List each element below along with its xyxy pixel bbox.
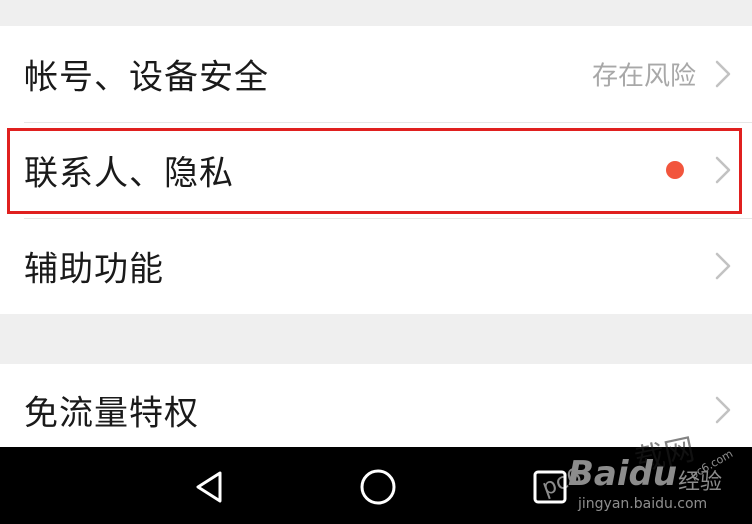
settings-item-accessibility[interactable]: 辅助功能: [0, 218, 752, 314]
settings-item-value: 存在风险: [591, 61, 696, 92]
settings-group-secondary: 免流量特权: [0, 364, 752, 448]
home-icon[interactable]: [356, 465, 400, 509]
chevron-right-icon: [715, 156, 731, 184]
recents-icon[interactable]: [528, 465, 572, 509]
settings-item-label: 联系人、隐私: [24, 153, 234, 194]
navigation-bar: [0, 447, 752, 524]
chevron-right-icon: [715, 252, 731, 280]
settings-item-label: 免流量特权: [24, 393, 199, 434]
settings-item-account-security[interactable]: 帐号、设备安全 存在风险: [0, 26, 752, 122]
settings-item-contacts-privacy[interactable]: 联系人、隐私: [0, 122, 752, 218]
settings-item-label: 帐号、设备安全: [24, 57, 269, 98]
chevron-right-icon: [715, 60, 731, 88]
settings-group-main: 帐号、设备安全 存在风险 联系人、隐私 辅助功能: [0, 26, 752, 314]
settings-item-label: 辅助功能: [24, 249, 164, 290]
settings-item-free-data[interactable]: 免流量特权: [0, 364, 752, 448]
back-icon[interactable]: [188, 465, 232, 509]
top-spacer: [0, 0, 752, 26]
notification-dot-icon: [666, 161, 684, 179]
settings-screen: 帐号、设备安全 存在风险 联系人、隐私 辅助功能 免流量特权 载网 Baidu …: [0, 0, 752, 524]
chevron-right-icon: [715, 396, 731, 424]
